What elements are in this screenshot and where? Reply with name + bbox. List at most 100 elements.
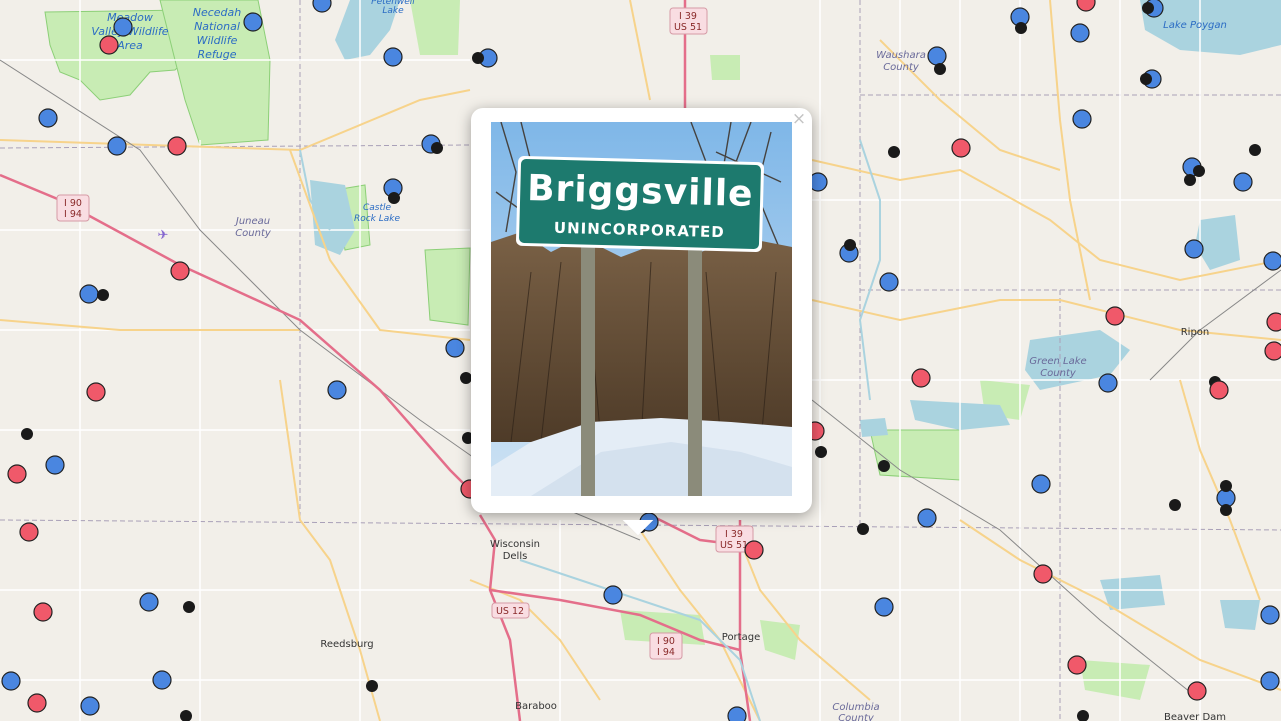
marker-blue[interactable] [113, 17, 133, 37]
marker-red[interactable] [86, 382, 106, 402]
marker-blue[interactable] [1233, 172, 1253, 192]
marker-red[interactable] [744, 540, 764, 560]
marker-blue[interactable] [1260, 671, 1280, 691]
svg-text:Rock Lake: Rock Lake [354, 214, 401, 224]
marker-black[interactable] [21, 428, 33, 440]
marker-red[interactable] [1209, 380, 1229, 400]
marker-red[interactable] [1105, 306, 1125, 326]
svg-text:Columbia: Columbia [832, 702, 879, 713]
label-reedsburg: Reedsburg [320, 639, 373, 650]
marker-red[interactable] [1266, 312, 1281, 332]
marker-blue[interactable] [879, 272, 899, 292]
svg-text:County: County [235, 228, 272, 239]
marker-blue[interactable] [139, 592, 159, 612]
marker-blue[interactable] [79, 284, 99, 304]
marker-red[interactable] [7, 464, 27, 484]
marker-blue[interactable] [1070, 23, 1090, 43]
marker-blue[interactable] [312, 0, 332, 13]
label-beaver-dam: Beaver Dam [1164, 712, 1226, 721]
marker-red[interactable] [170, 261, 190, 281]
marker-black[interactable] [1142, 2, 1154, 14]
marker-black[interactable] [388, 192, 400, 204]
marker-blue[interactable] [1098, 373, 1118, 393]
popup-close-button[interactable]: × [790, 110, 808, 128]
svg-text:Green Lake: Green Lake [1029, 356, 1086, 367]
marker-blue[interactable] [1184, 239, 1204, 259]
marker-black[interactable] [1249, 144, 1261, 156]
marker-blue[interactable] [727, 706, 747, 721]
marker-blue[interactable] [38, 108, 58, 128]
marker-blue[interactable] [1260, 605, 1280, 625]
marker-red[interactable] [1187, 681, 1207, 701]
svg-text:Lake: Lake [382, 6, 404, 16]
marker-red[interactable] [99, 35, 119, 55]
marker-black[interactable] [431, 142, 443, 154]
svg-text:Area: Area [116, 39, 143, 52]
shield-i90-west: I 90 I 94 [56, 194, 90, 222]
marker-blue[interactable] [1, 671, 21, 691]
marker-red[interactable] [1033, 564, 1053, 584]
marker-red[interactable] [1264, 341, 1281, 361]
marker-black[interactable] [1193, 165, 1205, 177]
marker-red[interactable] [911, 368, 931, 388]
marker-black[interactable] [366, 680, 378, 692]
marker-black[interactable] [857, 523, 869, 535]
marker-black[interactable] [844, 239, 856, 251]
marker-blue[interactable] [80, 696, 100, 716]
shield-i39-north: I 39 US 51 [669, 7, 708, 35]
svg-text:Castle: Castle [363, 203, 392, 213]
marker-red[interactable] [33, 602, 53, 622]
marker-blue[interactable] [445, 338, 465, 358]
marker-blue[interactable] [917, 508, 937, 528]
marker-black[interactable] [1184, 174, 1196, 186]
marker-red[interactable] [167, 136, 187, 156]
marker-blue[interactable] [1263, 251, 1281, 271]
marker-black[interactable] [1220, 504, 1232, 516]
sign-title-text: Briggsville [527, 168, 754, 215]
marker-black[interactable] [1169, 499, 1181, 511]
marker-black[interactable] [815, 446, 827, 458]
marker-blue[interactable] [152, 670, 172, 690]
popup-photo: Briggsville UNINCORPORATED [491, 122, 792, 496]
marker-red[interactable] [19, 522, 39, 542]
marker-blue[interactable] [45, 455, 65, 475]
marker-blue[interactable] [874, 597, 894, 617]
marker-black[interactable] [1015, 22, 1027, 34]
marker-blue[interactable] [107, 136, 127, 156]
marker-black[interactable] [183, 601, 195, 613]
marker-red[interactable] [951, 138, 971, 158]
svg-text:I 39: I 39 [679, 11, 697, 22]
marker-black[interactable] [1140, 73, 1152, 85]
label-wisconsin-dells-line1: Wisconsin [490, 539, 540, 550]
marker-red[interactable] [27, 693, 47, 713]
svg-text:I 90: I 90 [657, 636, 675, 647]
marker-blue[interactable] [1031, 474, 1051, 494]
marker-black[interactable] [878, 460, 890, 472]
svg-text:County: County [1040, 368, 1077, 379]
marker-red[interactable] [1067, 655, 1087, 675]
marker-blue[interactable] [327, 380, 347, 400]
marker-blue[interactable] [603, 585, 623, 605]
svg-text:County: County [838, 713, 875, 721]
label-wisconsin-dells-line2: Dells [503, 551, 528, 562]
svg-text:I 94: I 94 [64, 209, 82, 220]
marker-blue[interactable] [243, 12, 263, 32]
label-portage: Portage [722, 632, 760, 643]
marker-blue[interactable] [927, 46, 947, 66]
marker-black[interactable] [888, 146, 900, 158]
marker-black[interactable] [472, 52, 484, 64]
svg-text:US 51: US 51 [674, 22, 702, 33]
marker-black[interactable] [934, 63, 946, 75]
airport-icon: ✈ [158, 228, 169, 243]
marker-blue[interactable] [1072, 109, 1092, 129]
svg-text:Waushara: Waushara [876, 50, 926, 61]
marker-blue[interactable] [383, 47, 403, 67]
svg-text:National: National [194, 20, 240, 33]
svg-text:Necedah: Necedah [193, 6, 242, 19]
marker-black[interactable] [97, 289, 109, 301]
shield-i90-portage: I 90 I 94 [649, 632, 683, 660]
shield-us12: US 12 [491, 602, 530, 619]
label-baraboo: Baraboo [515, 701, 557, 712]
marker-black[interactable] [1220, 480, 1232, 492]
label-ripon: Ripon [1181, 327, 1210, 338]
